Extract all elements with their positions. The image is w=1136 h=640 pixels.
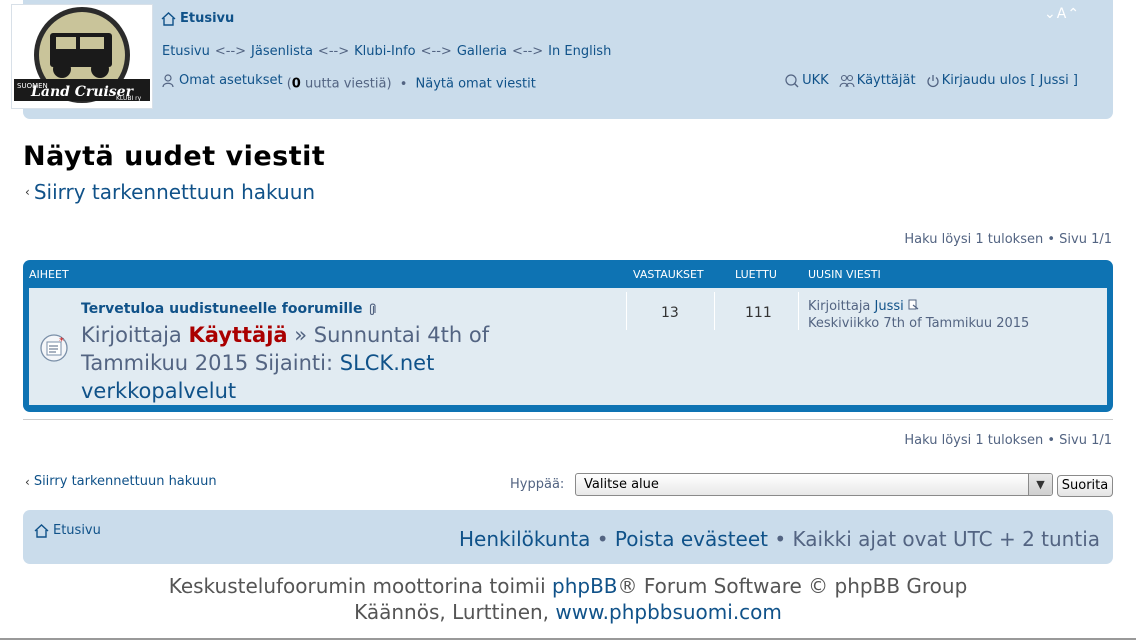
breadcrumb-home-link[interactable]: Etusivu bbox=[161, 11, 234, 26]
divider bbox=[23, 419, 1113, 420]
last-post-by-label: Kirjoittaja bbox=[808, 299, 875, 314]
land-cruiser-logo-icon: SUOMEN Land Cruiser KLUBI ry bbox=[14, 7, 150, 103]
menu-bullet: • bbox=[399, 76, 408, 92]
user-settings-label: Omat asetukset bbox=[179, 73, 283, 88]
nav-link-galleria[interactable]: Galleria bbox=[457, 44, 507, 59]
column-divider bbox=[626, 292, 627, 330]
translation-line: Käännös, Lurttinen, www.phpbbsuomi.com bbox=[0, 599, 1136, 625]
font-size-control[interactable]: ⌄A⌃ bbox=[1044, 6, 1080, 22]
faq-icon bbox=[785, 73, 799, 87]
view-latest-post-icon[interactable] bbox=[908, 299, 919, 310]
font-decrease-icon[interactable]: ⌄ bbox=[1044, 6, 1057, 22]
nav-link-klubi-info[interactable]: Klubi-Info bbox=[354, 44, 416, 59]
logout-label: Kirjaudu ulos [ Jussi ] bbox=[941, 73, 1078, 88]
nav-separator: <--> bbox=[512, 44, 544, 59]
new-messages-label[interactable]: uutta viestiä) bbox=[301, 77, 392, 92]
page-title: Näytä uudet viestit bbox=[23, 141, 326, 172]
topic-views-count: 111 bbox=[745, 305, 772, 321]
chevron-left-icon: ‹ bbox=[25, 185, 30, 199]
user-menu-row: Omat asetukset (0 uutta viestiä) • Näytä… bbox=[162, 73, 1078, 92]
last-post-date: Keskiviikko 7th of Tammikuu 2015 bbox=[808, 316, 1030, 331]
user-settings-link[interactable]: Omat asetukset bbox=[162, 73, 283, 88]
powered-by-prefix: Keskustelufoorumin moottorina toimii bbox=[168, 574, 553, 598]
advanced-search-label: Siirry tarkennettuun hakuun bbox=[33, 180, 316, 204]
attachment-icon bbox=[370, 303, 377, 315]
footer-home-link[interactable]: Etusivu bbox=[34, 523, 101, 538]
nav-separator: <--> bbox=[214, 44, 247, 59]
powered-by-line: Keskustelufoorumin moottorina toimii php… bbox=[0, 573, 1136, 599]
svg-text:*: * bbox=[59, 336, 64, 347]
nav-link-etusivu[interactable]: Etusivu bbox=[162, 44, 210, 59]
home-icon bbox=[34, 523, 49, 538]
footer-links: Henkilökunta • Poista evästeet • Kaikki … bbox=[459, 527, 1100, 551]
search-results-count-top: Haku löysi 1 tuloksen • Sivu 1/1 bbox=[904, 232, 1112, 247]
column-header-topics: AIHEET bbox=[29, 268, 69, 281]
logo-text-klubi: KLUBI ry bbox=[116, 95, 142, 102]
phpbb-link[interactable]: phpBB bbox=[552, 574, 618, 598]
user-menu-left: Omat asetukset (0 uutta viestiä) • Näytä… bbox=[162, 73, 536, 92]
topic-by-label: Kirjoittaja bbox=[81, 323, 189, 347]
advanced-search-link-top[interactable]: ‹ Siirry tarkennettuun hakuun bbox=[25, 180, 315, 204]
delete-cookies-link[interactable]: Poista evästeet bbox=[615, 527, 768, 551]
members-link[interactable]: Käyttäjät bbox=[839, 73, 916, 88]
last-post-info: Kirjoittaja Jussi Keskiviikko 7th of Tam… bbox=[808, 298, 1029, 332]
timezone-info: Kaikki ajat ovat UTC + 2 tuntia bbox=[792, 527, 1101, 551]
last-post-author-link[interactable]: Jussi bbox=[875, 299, 904, 314]
translation-prefix: Käännös, Lurttinen, bbox=[354, 600, 556, 624]
new-messages-count[interactable]: 0 bbox=[292, 77, 301, 92]
members-label: Käyttäjät bbox=[856, 73, 916, 88]
site-logo[interactable]: SUOMEN Land Cruiser KLUBI ry bbox=[11, 4, 153, 109]
last-post-author-line: Kirjoittaja Jussi bbox=[808, 298, 1029, 315]
topic-replies-count: 13 bbox=[661, 305, 679, 321]
faq-link[interactable]: UKK bbox=[784, 73, 829, 88]
footer-home-label: Etusivu bbox=[53, 523, 101, 538]
jump-to-label: Hyppää: bbox=[510, 477, 565, 492]
footer-bullet: • bbox=[774, 527, 787, 551]
column-header-views: LUETTU bbox=[735, 268, 777, 281]
chevron-left-icon: ‹ bbox=[25, 474, 30, 489]
font-increase-icon[interactable]: ⌃ bbox=[1067, 6, 1080, 22]
column-header-replies: VASTAUKSET bbox=[633, 268, 704, 281]
powered-by-suffix: ® Forum Software © phpBB Group bbox=[617, 574, 968, 598]
chevron-down-icon[interactable]: ▼ bbox=[1028, 474, 1052, 495]
advanced-search-label: Siirry tarkennettuun hakuun bbox=[33, 474, 217, 489]
phpbbsuomi-link[interactable]: www.phpbbsuomi.com bbox=[555, 600, 782, 624]
power-icon bbox=[927, 74, 939, 87]
home-icon bbox=[161, 11, 176, 26]
user-settings-icon bbox=[162, 73, 174, 87]
column-divider bbox=[714, 292, 715, 330]
column-divider bbox=[798, 292, 799, 330]
faq-label: UKK bbox=[802, 73, 829, 88]
own-posts-link[interactable]: Näytä omat viestit bbox=[416, 77, 536, 92]
top-navigation: Etusivu <--> Jäsenlista <--> Klubi-Info <--> G… bbox=[162, 44, 611, 59]
column-header-last-post: UUSIN VIESTI bbox=[808, 268, 881, 281]
topic-unread-icon: * bbox=[40, 334, 68, 362]
topic-meta: Kirjoittaja Käyttäjä » Sunnuntai 4th of … bbox=[81, 321, 551, 405]
advanced-search-link-bottom[interactable]: ‹ Siirry tarkennettuun hakuun bbox=[25, 474, 217, 489]
staff-link[interactable]: Henkilökunta bbox=[459, 527, 590, 551]
new-messages-open: ( bbox=[282, 76, 292, 92]
topic-title-link[interactable]: Tervetuloa uudistuneelle foorumille bbox=[81, 301, 377, 317]
breadcrumb-home-label: Etusivu bbox=[180, 11, 235, 26]
nav-separator: <--> bbox=[317, 44, 350, 59]
search-results-count-bottom: Haku löysi 1 tuloksen • Sivu 1/1 bbox=[904, 433, 1112, 448]
jump-to-forum-select[interactable]: Valitse alue bbox=[575, 473, 1053, 496]
font-size-label: A bbox=[1056, 6, 1068, 22]
nav-separator: <--> bbox=[420, 44, 452, 59]
footer-bullet: • bbox=[596, 527, 609, 551]
members-icon bbox=[839, 74, 855, 87]
logout-link[interactable]: Kirjaudu ulos [ Jussi ] bbox=[926, 73, 1078, 88]
nav-link-in-english[interactable]: In English bbox=[548, 44, 611, 59]
user-menu-right: UKK Käyttäjät Kirjaudu ulos [ Jussi ] bbox=[784, 73, 1078, 92]
nav-link-jasenlista[interactable]: Jäsenlista bbox=[251, 44, 313, 59]
jump-go-button[interactable]: Suorita bbox=[1057, 475, 1113, 497]
topic-author-link[interactable]: Käyttäjä bbox=[188, 323, 287, 347]
copyright: Keskustelufoorumin moottorina toimii php… bbox=[0, 573, 1136, 625]
topic-title-text: Tervetuloa uudistuneelle foorumille bbox=[81, 301, 363, 317]
